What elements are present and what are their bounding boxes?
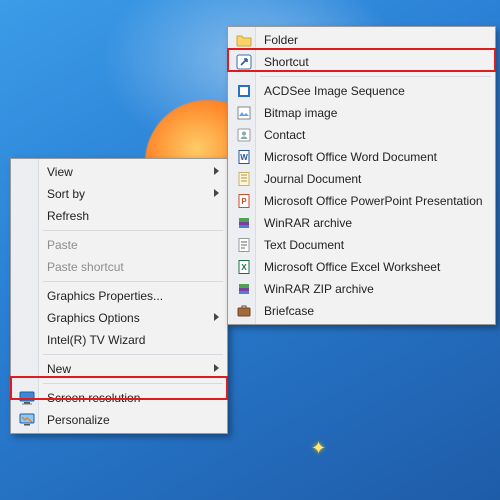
menu-item-label: WinRAR archive [264,216,352,230]
menu-item-label: Paste [47,238,78,252]
svg-text:X: X [241,263,247,272]
excel-icon: X [235,258,253,276]
folder-icon [235,31,253,49]
menu-item-label: Contact [264,128,305,142]
menu-item-label: Refresh [47,209,89,223]
menu-separator [43,230,223,231]
menu-item-label: Sort by [47,187,85,201]
menu-item-label: New [47,362,71,376]
svg-text:P: P [241,197,247,206]
submenu-item-briefcase[interactable]: Briefcase [230,300,493,322]
menu-item-intel-tv-wizard[interactable]: Intel(R) TV Wizard [13,329,225,351]
submenu-item-contact[interactable]: Contact [230,124,493,146]
menu-item-label: Folder [264,33,298,47]
menu-item-label: ACDSee Image Sequence [264,84,405,98]
menu-item-graphics-properties[interactable]: Graphics Properties... [13,285,225,307]
contact-icon [235,126,253,144]
submenu-item-shortcut[interactable]: Shortcut [230,51,493,73]
menu-item-screen-resolution[interactable]: Screen resolution [13,387,225,409]
menu-item-label: WinRAR ZIP archive [264,282,374,296]
menu-item-paste-shortcut: Paste shortcut [13,256,225,278]
submenu-item-word[interactable]: W Microsoft Office Word Document [230,146,493,168]
menu-item-label: View [47,165,73,179]
submenu-item-journal[interactable]: Journal Document [230,168,493,190]
submenu-item-powerpoint[interactable]: P Microsoft Office PowerPoint Presentati… [230,190,493,212]
journal-icon [235,170,253,188]
menu-item-graphics-options[interactable]: Graphics Options [13,307,225,329]
menu-item-label: Shortcut [264,55,309,69]
menu-item-label: Journal Document [264,172,361,186]
menu-item-personalize[interactable]: Personalize [13,409,225,431]
winrar-zip-icon [235,280,253,298]
submenu-arrow-icon [214,364,219,372]
briefcase-icon [235,302,253,320]
menu-separator [43,281,223,282]
submenu-arrow-icon [214,313,219,321]
menu-separator [43,354,223,355]
submenu-arrow-icon [214,189,219,197]
shortcut-icon [235,53,253,71]
menu-item-label: Intel(R) TV Wizard [47,333,145,347]
menu-separator [260,76,491,77]
submenu-item-bitmap[interactable]: Bitmap image [230,102,493,124]
menu-item-label: Paste shortcut [47,260,124,274]
text-icon [235,236,253,254]
submenu-item-folder[interactable]: Folder [230,29,493,51]
menu-item-label: Microsoft Office Word Document [264,150,437,164]
menu-item-label: Bitmap image [264,106,337,120]
acdsee-icon [235,82,253,100]
bitmap-icon [235,104,253,122]
word-icon: W [235,148,253,166]
svg-text:W: W [240,153,248,162]
submenu-arrow-icon [214,167,219,175]
menu-item-label: Microsoft Office Excel Worksheet [264,260,440,274]
submenu-item-excel[interactable]: X Microsoft Office Excel Worksheet [230,256,493,278]
menu-item-paste: Paste [13,234,225,256]
desktop-context-menu: View Sort by Refresh Paste Paste shortcu… [10,158,228,434]
submenu-item-text[interactable]: Text Document [230,234,493,256]
menu-item-sort-by[interactable]: Sort by [13,183,225,205]
menu-item-view[interactable]: View [13,161,225,183]
new-submenu: Folder Shortcut ACDSee Image Sequence Bi… [227,26,496,325]
submenu-item-winrar[interactable]: WinRAR archive [230,212,493,234]
menu-separator [43,383,223,384]
cursor-sparkle-icon: ✦ [311,438,326,459]
menu-item-label: Microsoft Office PowerPoint Presentation [264,194,483,208]
menu-item-label: Graphics Options [47,311,140,325]
menu-item-label: Screen resolution [47,391,140,405]
menu-item-label: Graphics Properties... [47,289,163,303]
personalize-icon [18,411,36,429]
menu-item-new[interactable]: New [13,358,225,380]
winrar-icon [235,214,253,232]
submenu-item-acdsee[interactable]: ACDSee Image Sequence [230,80,493,102]
menu-item-label: Briefcase [264,304,314,318]
submenu-item-winrar-zip[interactable]: WinRAR ZIP archive [230,278,493,300]
menu-item-refresh[interactable]: Refresh [13,205,225,227]
monitor-icon [18,389,36,407]
menu-item-label: Personalize [47,413,110,427]
powerpoint-icon: P [235,192,253,210]
menu-item-label: Text Document [264,238,344,252]
